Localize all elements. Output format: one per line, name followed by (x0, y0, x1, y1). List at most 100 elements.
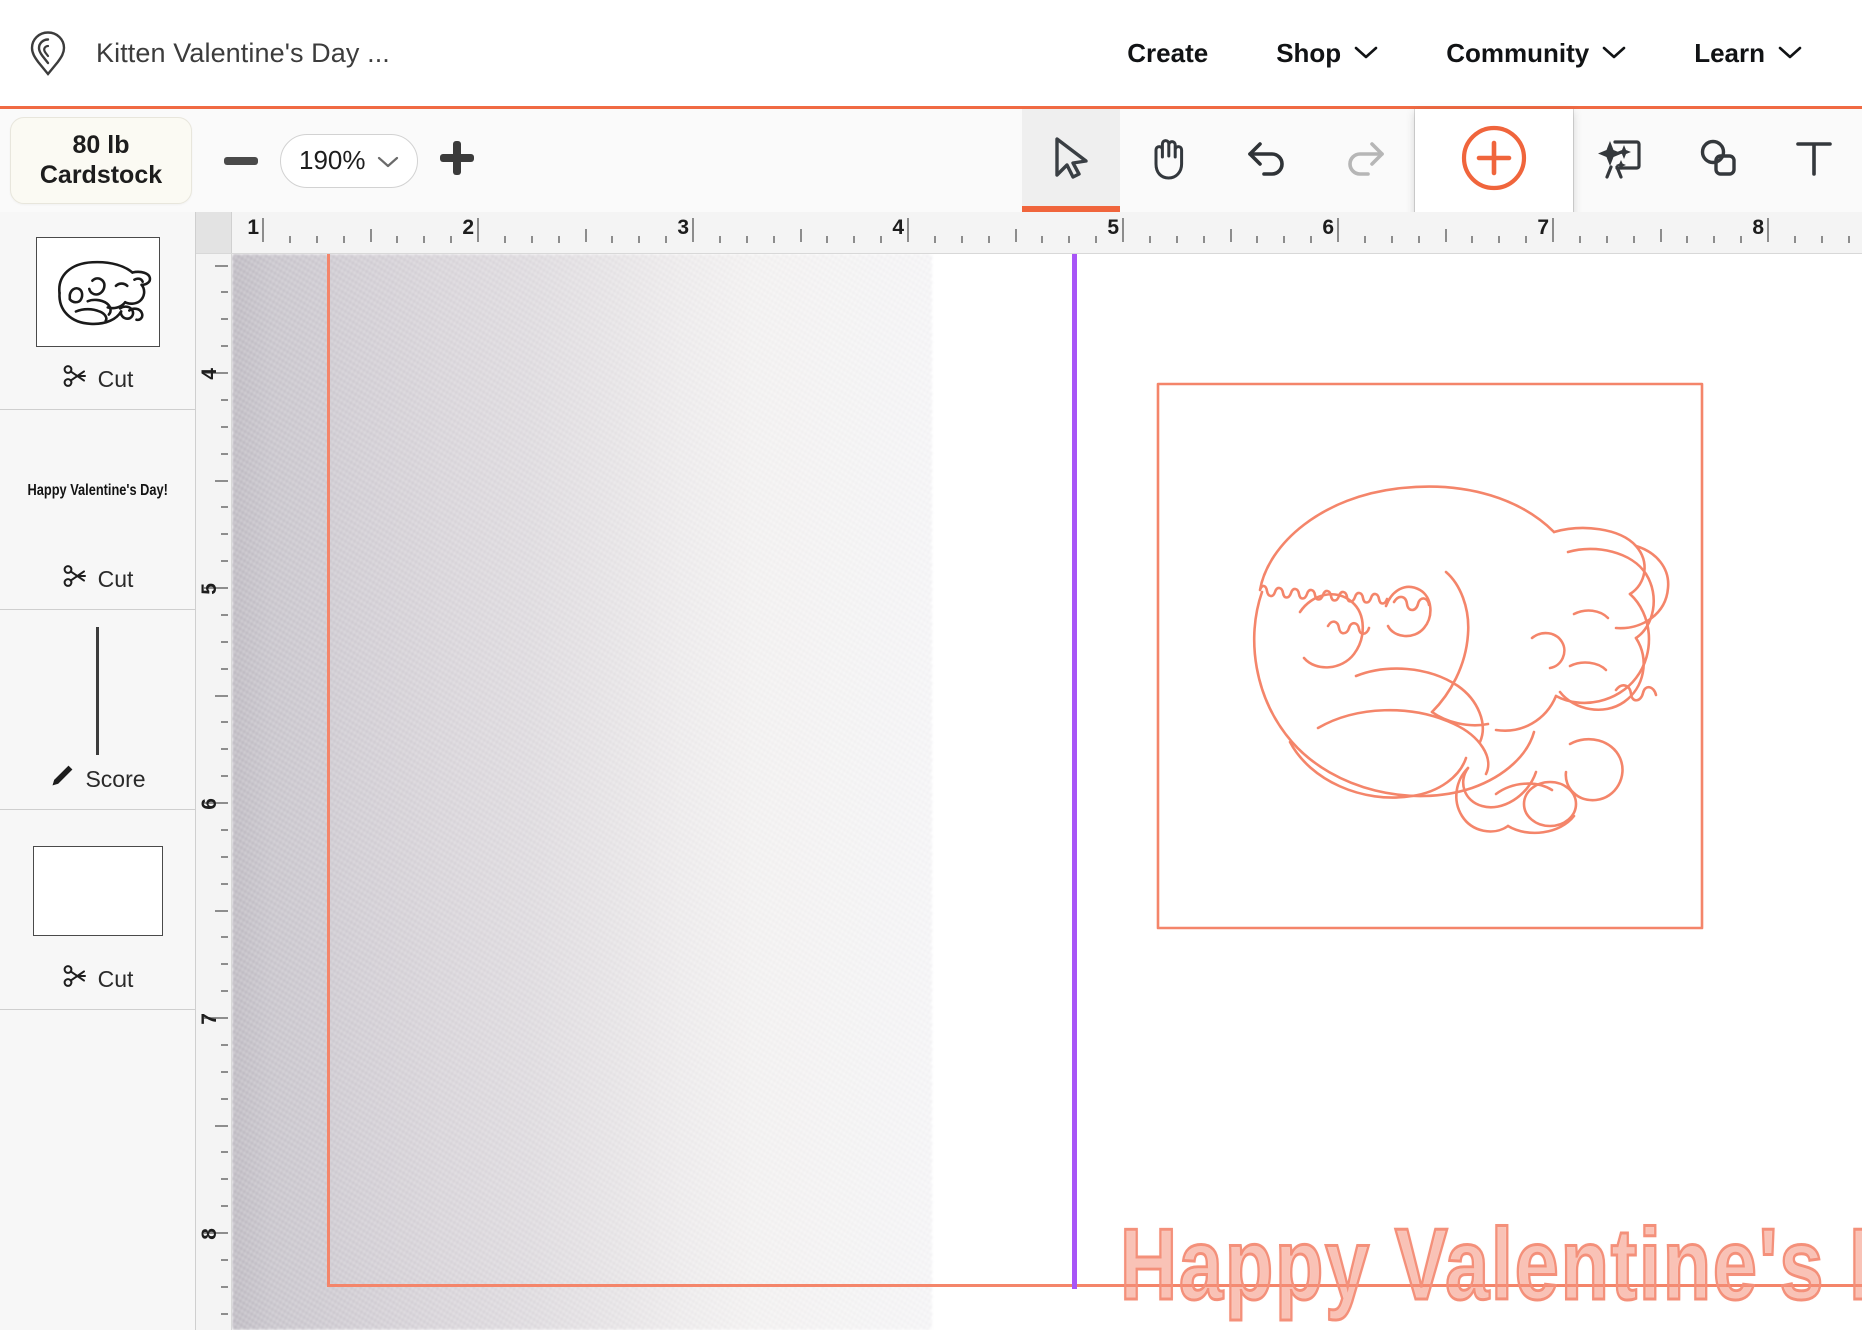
ruler-tick-minor (1445, 229, 1447, 242)
layer-thumbnail-score-line (0, 626, 195, 755)
ruler-label: 7 (198, 1013, 222, 1025)
ruler-tick-minor (423, 236, 425, 243)
ruler-label: 4 (198, 368, 222, 380)
plus-icon (440, 141, 474, 180)
nav-item-shop[interactable]: Shop (1242, 38, 1412, 69)
layer-operation-cut[interactable]: Cut (62, 963, 134, 995)
list-item[interactable]: Cut (0, 810, 195, 1010)
add-content-button[interactable] (1415, 109, 1573, 226)
ruler-tick-minor (1015, 229, 1017, 242)
layer-operation-cut[interactable]: Cut (62, 363, 134, 395)
ruler-tick-minor (215, 910, 228, 912)
ruler-tick-minor (221, 641, 228, 643)
plus-circle-icon (1459, 123, 1529, 198)
ai-image-tool[interactable] (1574, 109, 1670, 212)
ruler-tick-minor (1498, 236, 1500, 243)
ruler-tick-minor (221, 291, 228, 293)
ruler-label: 6 (1322, 216, 1337, 240)
design-canvas-area[interactable]: 12345678 45678 (196, 212, 1862, 1330)
ruler-tick-minor (450, 236, 452, 243)
ruler-tick-minor (221, 426, 228, 428)
layer-operation-score[interactable]: Score (49, 763, 145, 795)
text-tool[interactable] (1766, 109, 1862, 212)
ruler-tick-minor (221, 721, 228, 723)
zoom-level-value: 190% (299, 145, 366, 176)
ruler-tick-minor (215, 695, 228, 697)
ruler-tick-minor (221, 1071, 228, 1073)
vertical-line-icon (96, 627, 99, 755)
vertical-ruler: 45678 (196, 254, 232, 1330)
ruler-tick-minor (800, 229, 802, 242)
ruler-tick-minor (221, 1286, 228, 1288)
ruler-label: 8 (198, 1228, 222, 1240)
tool-buttons-group (1022, 109, 1862, 212)
score-fold-line[interactable] (1072, 254, 1077, 1289)
ruler-tick-major (1767, 218, 1769, 242)
layer-operation-label: Cut (98, 966, 134, 993)
ruler-tick-minor (215, 1125, 228, 1127)
ruler-tick-minor (719, 236, 721, 243)
ruler-tick-minor (221, 936, 228, 938)
redo-button[interactable] (1316, 109, 1414, 212)
layer-operation-label: Cut (98, 366, 134, 393)
ruler-tick-minor (531, 236, 533, 243)
pencil-icon (49, 763, 75, 795)
ruler-tick-minor (1068, 236, 1070, 243)
ruler-tick-minor (1606, 236, 1608, 243)
ruler-tick-minor (1283, 236, 1285, 243)
layer-operation-label: Cut (98, 566, 134, 593)
horizontal-ruler: 12345678 (196, 212, 1862, 254)
layer-operation-cut[interactable]: Cut (62, 563, 134, 595)
layer-operation-label: Score (85, 766, 145, 793)
ruler-tick-minor (221, 345, 228, 347)
cricut-pin-logo-icon[interactable] (26, 30, 70, 76)
layer-thumbnail-kitten (0, 228, 195, 355)
kitten-artwork-group[interactable] (1150, 376, 1710, 936)
material-selector-button[interactable]: 80 lb Cardstock (10, 117, 192, 204)
document-title[interactable]: Kitten Valentine's Day ... (96, 38, 390, 69)
scissors-icon (62, 563, 88, 595)
nav-item-learn[interactable]: Learn (1660, 38, 1836, 69)
ruler-tick-minor (746, 236, 748, 243)
nav-item-community[interactable]: Community (1412, 38, 1660, 69)
brand-area[interactable]: Kitten Valentine's Day ... (0, 30, 390, 76)
ruler-tick-major (262, 218, 264, 242)
ruler-tick-minor (1821, 236, 1823, 243)
zoom-in-button[interactable] (436, 140, 478, 182)
ruler-tick-minor (221, 560, 228, 562)
redo-arrow-icon (1342, 138, 1388, 183)
chevron-down-icon (1602, 46, 1626, 60)
pan-tool[interactable] (1120, 109, 1218, 212)
nav-label-learn: Learn (1694, 38, 1765, 69)
undo-button[interactable] (1218, 109, 1316, 212)
ruler-tick-minor (1149, 236, 1151, 243)
ruler-tick-minor (1848, 236, 1850, 243)
material-weight: 80 lb (73, 131, 130, 161)
select-tool[interactable] (1022, 109, 1120, 212)
ruler-tick-major (907, 218, 909, 242)
ruler-tick-minor (1391, 236, 1393, 243)
ruler-tick-major (477, 218, 479, 242)
ruler-tick-minor (221, 748, 228, 750)
ruler-label: 2 (462, 216, 477, 240)
canvas-stage[interactable]: Happy Valentine's Day! (232, 254, 1862, 1330)
ruler-label: 8 (1752, 216, 1767, 240)
material-name: Cardstock (40, 161, 162, 191)
ruler-tick-minor (221, 1313, 228, 1315)
shapes-tool[interactable] (1670, 109, 1766, 212)
ruler-tick-minor (988, 236, 990, 243)
nav-item-create[interactable]: Create (1093, 38, 1242, 69)
list-item[interactable]: Happy Valentine's Day! Cut (0, 410, 195, 610)
zoom-level-select[interactable]: 190% (280, 134, 418, 188)
ruler-tick-minor (1686, 236, 1688, 243)
zoom-out-button[interactable] (220, 140, 262, 182)
ruler-tick-minor (853, 236, 855, 243)
list-item[interactable]: Cut (0, 212, 195, 410)
ruler-tick-minor (221, 829, 228, 831)
ruler-tick-minor (221, 506, 228, 508)
cursor-arrow-icon (1049, 135, 1093, 186)
ruler-tick-minor (611, 236, 613, 243)
ruler-tick-minor (558, 236, 560, 243)
list-item[interactable]: Score (0, 610, 195, 810)
card-greeting-text[interactable]: Happy Valentine's Day! (1120, 1207, 1862, 1324)
